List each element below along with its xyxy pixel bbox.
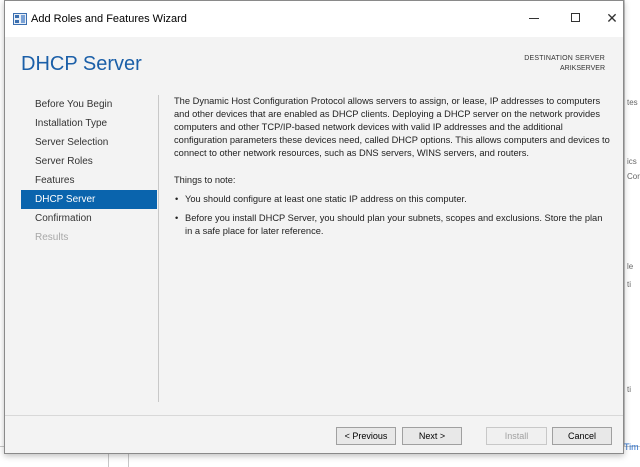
footer-divider (5, 415, 623, 416)
background-text-fragment: tes (627, 98, 638, 107)
next-button[interactable]: Next > (402, 427, 462, 445)
notes-list: You should configure at least one static… (174, 193, 612, 238)
nav-item-features[interactable]: Features (21, 171, 157, 190)
wizard-navigation: Before You Begin Installation Type Serve… (21, 95, 157, 247)
background-text-fragment: Cor (627, 172, 640, 181)
page-title: DHCP Server (21, 53, 142, 75)
background-text-fragment: ics (627, 157, 637, 166)
note-item: Before you install DHCP Server, you shou… (174, 212, 612, 238)
background-text-fragment: le (627, 262, 634, 271)
notes-heading: Things to note: (174, 175, 236, 185)
nav-item-installation-type[interactable]: Installation Type (21, 114, 157, 133)
maximize-button[interactable] (567, 9, 585, 27)
nav-divider (158, 95, 159, 402)
content-pane: The Dynamic Host Configuration Protocol … (174, 95, 612, 244)
nav-item-server-selection[interactable]: Server Selection (21, 133, 157, 152)
background-text-fragment: ti (627, 280, 631, 289)
background-link-fragment: Tim (624, 442, 639, 452)
destination-server-name: ARIKSERVER (560, 65, 605, 72)
close-button[interactable]: ✕ (603, 9, 621, 27)
background-window-right (624, 0, 640, 466)
window-title: Add Roles and Features Wizard (31, 13, 187, 25)
nav-item-before-you-begin[interactable]: Before You Begin (21, 95, 157, 114)
nav-item-confirmation[interactable]: Confirmation (21, 209, 157, 228)
title-bar[interactable]: Add Roles and Features Wizard ✕ (5, 1, 623, 37)
minimize-button[interactable] (525, 9, 543, 27)
previous-button[interactable]: < Previous (336, 427, 396, 445)
note-item: You should configure at least one static… (174, 193, 612, 206)
background-text-fragment: ti (627, 385, 631, 394)
install-button: Install (486, 427, 547, 445)
nav-item-results: Results (35, 232, 69, 243)
cancel-button[interactable]: Cancel (552, 427, 612, 445)
nav-item-server-roles[interactable]: Server Roles (21, 152, 157, 171)
wizard-window: Add Roles and Features Wizard ✕ DHCP Ser… (4, 0, 624, 454)
nav-item-dhcp-server[interactable]: DHCP Server (21, 190, 157, 209)
server-manager-icon (13, 13, 27, 25)
destination-server-label: DESTINATION SERVER (524, 55, 605, 62)
dhcp-description: The Dynamic Host Configuration Protocol … (174, 96, 610, 158)
close-icon: ✕ (606, 10, 618, 26)
